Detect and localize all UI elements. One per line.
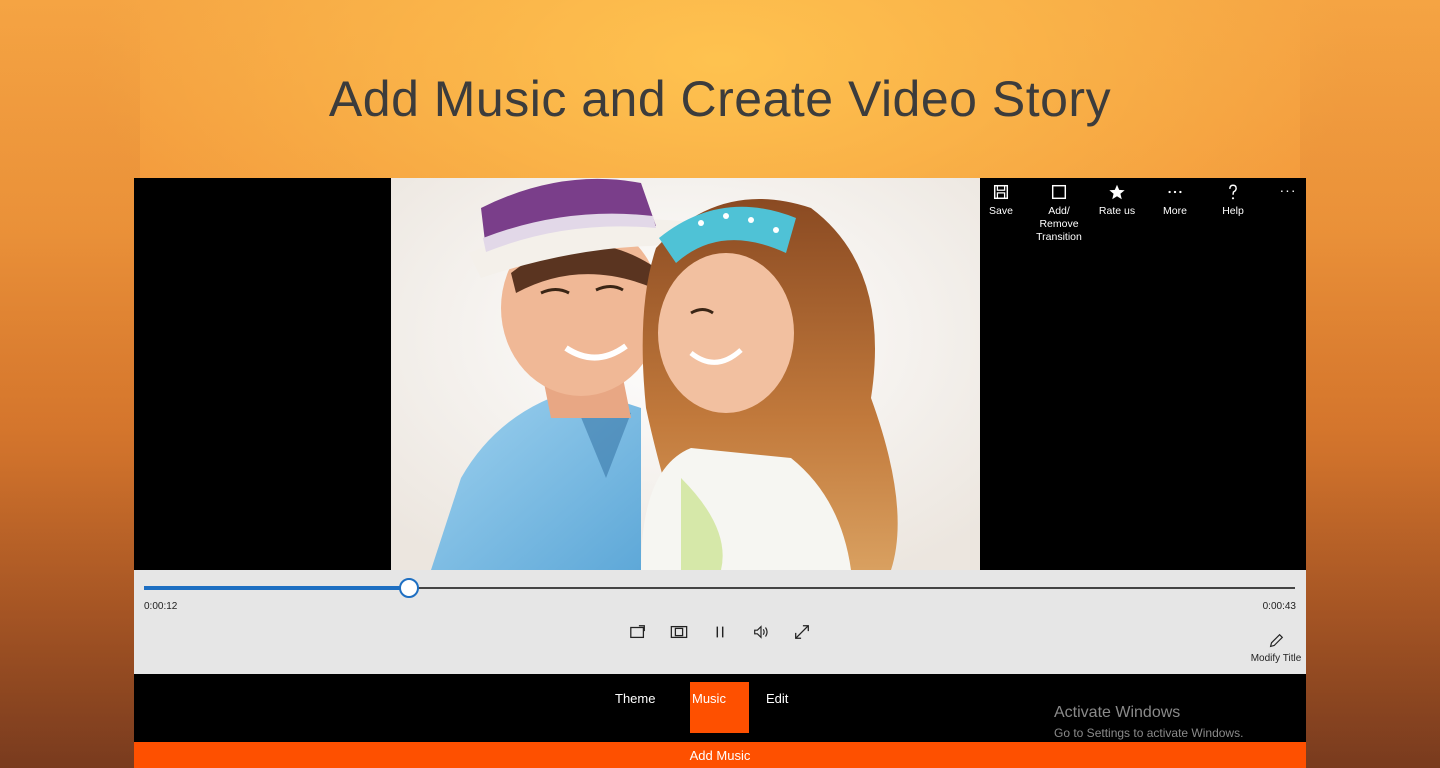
modify-title-button[interactable]: Modify Title	[1246, 632, 1306, 664]
modify-title-label: Modify Title	[1250, 653, 1302, 664]
rate-us-label: Rate us	[1098, 205, 1136, 217]
add-music-button[interactable]: Add Music	[134, 742, 1306, 768]
activate-windows-title: Activate Windows	[1054, 704, 1181, 721]
more-dots-icon	[1146, 183, 1204, 205]
tab-theme[interactable]: Theme	[613, 682, 657, 733]
video-frame-photo	[391, 178, 980, 570]
seek-thumb[interactable]	[398, 578, 419, 598]
aspect-ratio-button[interactable]	[667, 622, 691, 642]
volume-button[interactable]	[749, 622, 773, 642]
command-bar: Save Add/ Remove Transition Rate us More	[980, 178, 1306, 258]
total-time: 0:00:43	[1262, 601, 1296, 612]
pause-icon	[716, 626, 724, 638]
tab-edit[interactable]: Edit	[764, 682, 790, 733]
fullscreen-icon	[795, 625, 809, 639]
help-label: Help	[1222, 205, 1244, 217]
playback-controls: 0:00:12 0:00:43 Modify Title	[134, 570, 1306, 674]
question-icon	[1204, 183, 1262, 205]
video-viewer: Save Add/ Remove Transition Rate us More	[134, 178, 1306, 570]
square-icon	[1030, 183, 1088, 205]
help-button[interactable]: Help	[1204, 183, 1262, 218]
fullscreen-button[interactable]	[790, 622, 814, 642]
volume-icon	[754, 625, 768, 639]
activate-windows-subtitle: Go to Settings to activate Windows.	[1054, 726, 1244, 740]
star-icon	[1088, 183, 1146, 205]
more-label: More	[1163, 205, 1187, 217]
cast-button[interactable]	[626, 622, 650, 642]
pause-button[interactable]	[708, 622, 732, 642]
tab-music[interactable]: Music	[690, 682, 749, 733]
save-button[interactable]: Save	[972, 183, 1030, 218]
transition-label: Add/ Remove Transition	[1036, 205, 1082, 243]
save-label: Save	[989, 205, 1013, 217]
rate-us-button[interactable]: Rate us	[1088, 183, 1146, 218]
couple-photo-illustration	[391, 178, 980, 570]
add-remove-transition-button[interactable]: Add/ Remove Transition	[1030, 183, 1088, 244]
app-window: Save Add/ Remove Transition Rate us More	[134, 178, 1306, 768]
pencil-icon	[1269, 633, 1284, 648]
seek-progress	[144, 586, 409, 590]
aspect-icon	[670, 625, 688, 639]
promo-headline: Add Music and Create Video Story	[328, 71, 1112, 127]
save-icon	[972, 183, 1030, 205]
current-time: 0:00:12	[144, 601, 178, 612]
tab-bar: Theme Music Edit Activate Windows Go to …	[134, 674, 1306, 742]
more-button[interactable]: More	[1146, 183, 1204, 218]
overflow-menu-icon[interactable]: ···	[1276, 182, 1300, 202]
cast-icon	[630, 625, 645, 639]
